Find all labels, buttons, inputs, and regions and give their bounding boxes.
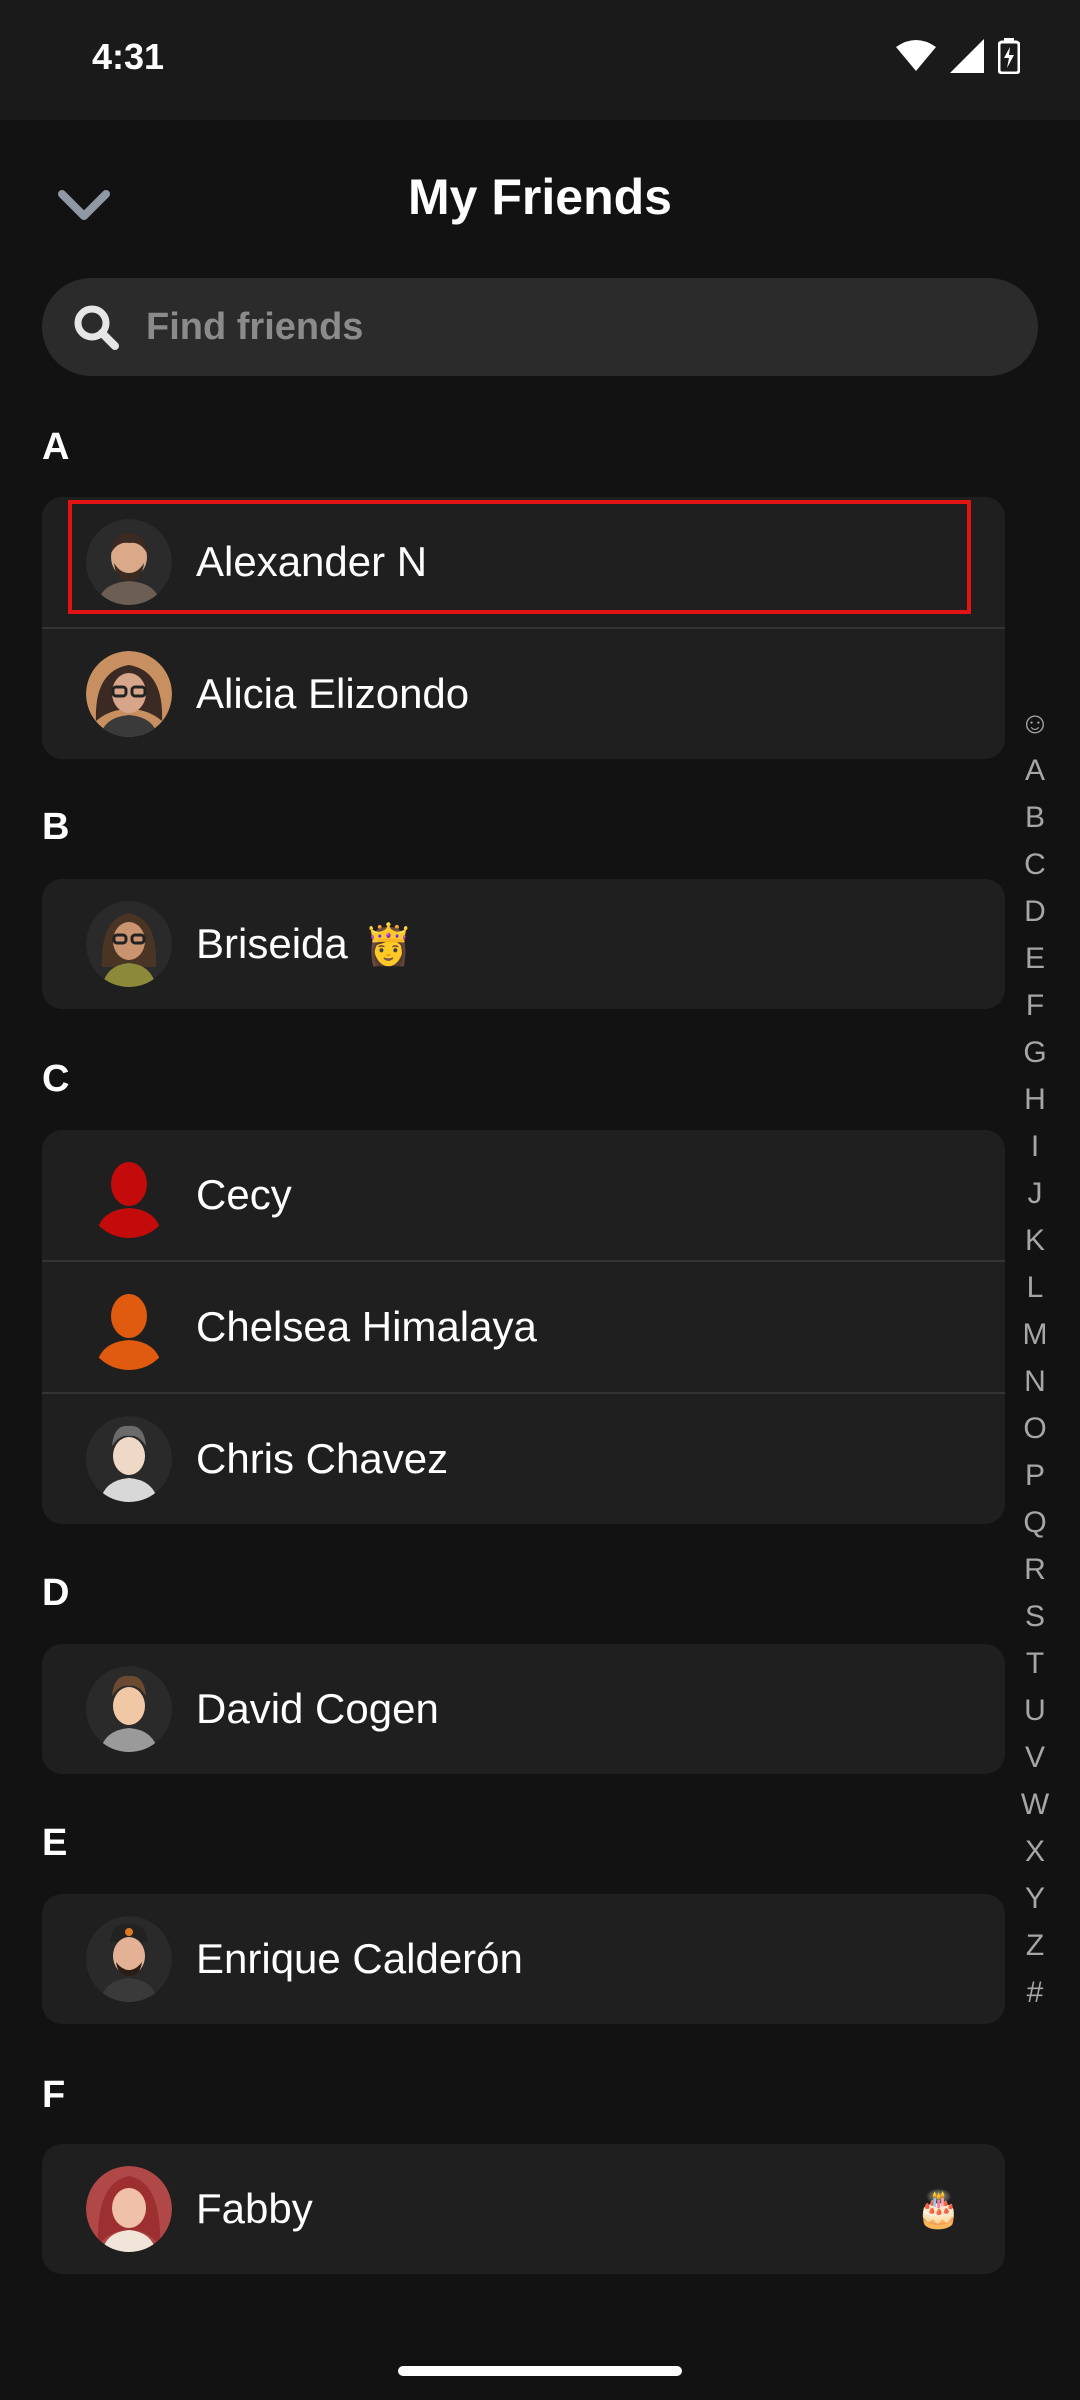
friend-name: Fabby [196, 2185, 313, 2232]
friend-name: Cecy [196, 1171, 292, 1218]
alpha-index-d[interactable]: D [1010, 888, 1060, 935]
alpha-index-e[interactable]: E [1010, 935, 1060, 982]
list-item[interactable]: Fabby 🎂 [42, 2144, 1005, 2274]
alpha-index-i[interactable]: I [1010, 1123, 1060, 1170]
friend-name: Briseida [196, 920, 348, 967]
status-bar: 4:31 [0, 0, 1080, 120]
friend-name: David Cogen [196, 1685, 439, 1732]
avatar [86, 901, 172, 987]
alpha-index-r[interactable]: R [1010, 1546, 1060, 1593]
alpha-index-f[interactable]: F [1010, 982, 1060, 1029]
section-letter-f: F [42, 2074, 66, 2116]
alpha-index-emoji[interactable]: ☺ [1010, 700, 1060, 747]
alpha-index-t[interactable]: T [1010, 1640, 1060, 1687]
battery-icon [998, 38, 1020, 74]
search-input[interactable] [144, 304, 948, 350]
friend-name: Alicia Elizondo [196, 670, 470, 717]
list-item[interactable]: Cecy [42, 1130, 1005, 1260]
home-indicator[interactable] [398, 2366, 682, 2376]
list-item[interactable]: Enrique Calderón [42, 1894, 1005, 2024]
alpha-index-l[interactable]: L [1010, 1264, 1060, 1311]
avatar [86, 651, 172, 737]
alpha-index-j[interactable]: J [1010, 1170, 1060, 1217]
alpha-index-y[interactable]: Y [1010, 1875, 1060, 1922]
alpha-index-x[interactable]: X [1010, 1828, 1060, 1875]
section-letter-c: C [42, 1058, 70, 1100]
avatar [86, 1666, 172, 1752]
page-title: My Friends [408, 169, 672, 225]
friends-card-a: Alexander N Alicia Elizondo [42, 497, 1005, 759]
alpha-index-b[interactable]: B [1010, 794, 1060, 841]
friends-card-c: Cecy Chelsea Himalaya Chris Chavez [42, 1130, 1005, 1524]
status-time: 4:31 [92, 36, 165, 77]
list-item[interactable]: Alicia Elizondo [42, 627, 1005, 759]
alpha-index-n[interactable]: N [1010, 1358, 1060, 1405]
section-letter-b: B [42, 806, 70, 848]
avatar [86, 1416, 172, 1502]
alpha-index-z[interactable]: Z [1010, 1922, 1060, 1969]
list-item[interactable]: Chris Chavez [42, 1392, 1005, 1524]
princess-emoji: 👸 [363, 922, 414, 967]
alpha-index-a[interactable]: A [1010, 747, 1060, 794]
list-item[interactable]: Briseida 👸 [42, 879, 1005, 1009]
friends-card-d: David Cogen [42, 1644, 1005, 1774]
alpha-index-w[interactable]: W [1010, 1781, 1060, 1828]
signal-icon [950, 39, 984, 73]
section-letter-e: E [42, 1822, 68, 1864]
friends-card-b: Briseida 👸 [42, 879, 1005, 1009]
alpha-index-h[interactable]: H [1010, 1076, 1060, 1123]
alpha-index-u[interactable]: U [1010, 1687, 1060, 1734]
avatar [86, 519, 172, 605]
friends-card-e: Enrique Calderón [42, 1894, 1005, 2024]
birthday-cake-icon: 🎂 [916, 2188, 961, 2229]
list-item[interactable]: Chelsea Himalaya [42, 1260, 1005, 1392]
avatar [86, 1152, 172, 1238]
status-icons [896, 38, 1020, 74]
alpha-index-o[interactable]: O [1010, 1405, 1060, 1452]
alpha-index-hash[interactable]: # [1010, 1969, 1060, 2016]
friends-card-f: Fabby 🎂 [42, 2144, 1005, 2274]
section-letter-a: A [42, 426, 70, 468]
alpha-index-p[interactable]: P [1010, 1452, 1060, 1499]
alpha-index-k[interactable]: K [1010, 1217, 1060, 1264]
header: My Friends [0, 120, 1080, 280]
wifi-icon [896, 40, 936, 71]
alphabet-index[interactable]: ☺ A B C D E F G H I J K L M N O P Q R S … [1010, 700, 1060, 2016]
friend-name: Chris Chavez [196, 1435, 449, 1482]
friend-name: Alexander N [196, 538, 428, 585]
alpha-index-c[interactable]: C [1010, 841, 1060, 888]
friend-name: Chelsea Himalaya [196, 1303, 537, 1350]
section-letter-d: D [42, 1572, 70, 1614]
alpha-index-q[interactable]: Q [1010, 1499, 1060, 1546]
search-bar[interactable] [42, 278, 1038, 376]
avatar [86, 1284, 172, 1370]
avatar [86, 1916, 172, 2002]
avatar [86, 2166, 172, 2252]
list-item[interactable]: Alexander N [42, 497, 1005, 627]
list-item[interactable]: David Cogen [42, 1644, 1005, 1774]
alpha-index-g[interactable]: G [1010, 1029, 1060, 1076]
alpha-index-s[interactable]: S [1010, 1593, 1060, 1640]
alpha-index-m[interactable]: M [1010, 1311, 1060, 1358]
friend-name: Enrique Calderón [196, 1935, 523, 1982]
search-icon [74, 305, 119, 350]
alpha-index-v[interactable]: V [1010, 1734, 1060, 1781]
